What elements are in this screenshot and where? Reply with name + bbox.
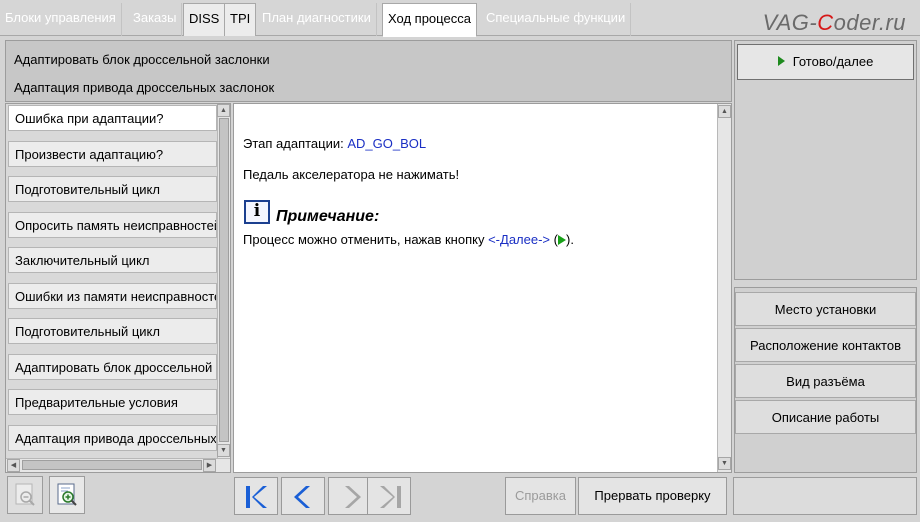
- help-button[interactable]: Справка: [505, 477, 576, 515]
- toolbar-spacer: [733, 477, 917, 515]
- next-step-button[interactable]: [328, 477, 372, 515]
- content-vscrollbar[interactable]: ▲ ▼: [717, 104, 731, 472]
- note-body: Процесс можно отменить, нажав кнопку: [243, 232, 485, 247]
- scroll-left-icon[interactable]: ◀: [7, 459, 20, 472]
- chevron-left-icon: [294, 486, 310, 508]
- step-list-vscrollbar[interactable]: ▲ ▼: [217, 104, 230, 458]
- procedure-title: Адаптировать блок дроссельной заслонки: [14, 52, 270, 67]
- skip-to-end-icon: [380, 486, 401, 508]
- scroll-down-icon[interactable]: ▼: [718, 457, 731, 470]
- note-text: Процесс можно отменить, нажав кнопку <-Д…: [243, 232, 574, 247]
- logo-prefix: VAG-: [762, 10, 818, 35]
- previous-step-button[interactable]: [281, 477, 325, 515]
- tab-special-functions[interactable]: Специальные функции: [481, 3, 632, 36]
- logo-suffix: oder.ru: [833, 10, 906, 35]
- tab-diagnostic-plan[interactable]: План диагностики: [257, 3, 377, 36]
- right-panel-top: Готово/далее: [734, 40, 917, 280]
- installation-location-button[interactable]: Место установки: [735, 292, 916, 326]
- tab-orders[interactable]: Заказы: [128, 3, 183, 36]
- tab-process[interactable]: Ход процесса: [382, 3, 477, 37]
- scroll-thumb[interactable]: [219, 118, 229, 442]
- function-description-button[interactable]: Описание работы: [735, 400, 916, 434]
- scroll-up-icon[interactable]: ▲: [217, 104, 230, 117]
- scroll-right-icon[interactable]: ▶: [203, 459, 216, 472]
- zoom-out-icon: [15, 483, 35, 506]
- tab-control-units[interactable]: Блоки управления: [0, 3, 122, 36]
- step-item[interactable]: Подготовительный цикл: [8, 318, 220, 344]
- scroll-down-icon[interactable]: ▼: [217, 444, 230, 457]
- tab-diss[interactable]: DISS: [183, 3, 226, 36]
- stage-value: AD_GO_BOL: [347, 136, 427, 151]
- step-item[interactable]: Опросить память неисправностей: [8, 212, 220, 238]
- step-item[interactable]: Заключительный цикл: [8, 247, 220, 273]
- note-paren-close: ).: [565, 232, 574, 247]
- hscroll-thumb[interactable]: [22, 460, 202, 470]
- note-title: Примечание:: [276, 208, 380, 225]
- chevron-right-icon: [345, 486, 361, 508]
- zoom-in-icon: [57, 483, 77, 506]
- first-step-button[interactable]: [234, 477, 278, 515]
- step-item[interactable]: Предварительные условия: [8, 389, 220, 415]
- bottom-toolbar: Справка Прервать проверку: [0, 473, 920, 522]
- step-item[interactable]: Адаптация привода дроссельных заслонок: [8, 425, 220, 451]
- step-item[interactable]: Ошибка при адаптации?: [8, 105, 220, 131]
- step-item[interactable]: Адаптировать блок дроссельной заслонки: [8, 354, 220, 380]
- content-pane: Этап адаптации: AD_GO_BOL Педаль акселер…: [233, 103, 732, 473]
- pin-layout-button[interactable]: Расположение контактов: [735, 328, 916, 362]
- skip-to-start-icon: [246, 486, 267, 508]
- step-item[interactable]: Ошибки из памяти неисправностей: [8, 283, 220, 309]
- scroll-up-icon[interactable]: ▲: [718, 105, 731, 118]
- step-list: Ошибка при адаптации? Произвести адаптац…: [5, 103, 231, 473]
- play-icon: [777, 56, 785, 66]
- play-icon: [557, 235, 566, 245]
- step-list-hscrollbar[interactable]: ◀ ▶: [6, 458, 230, 472]
- step-item[interactable]: Произвести адаптацию?: [8, 141, 220, 167]
- ready-next-label: Готово/далее: [792, 54, 874, 69]
- connector-view-button[interactable]: Вид разъёма: [735, 364, 916, 398]
- procedure-subtitle: Адаптация привода дроссельных заслонок: [14, 80, 275, 95]
- zoom-out-button[interactable]: [7, 476, 43, 514]
- abort-test-button[interactable]: Прервать проверку: [578, 477, 727, 515]
- stage-label: Этап адаптации:: [243, 136, 344, 151]
- ready-next-button[interactable]: Готово/далее: [737, 44, 914, 80]
- step-item[interactable]: Подготовительный цикл: [8, 176, 220, 202]
- info-icon: i: [244, 200, 270, 224]
- procedure-header: Адаптировать блок дроссельной заслонки А…: [5, 40, 732, 102]
- tab-bar: Блоки управления Заказы DISS TPI План ди…: [0, 0, 920, 37]
- instruction-text: Педаль акселератора не нажимать!: [243, 167, 460, 182]
- tab-tpi[interactable]: TPI: [224, 3, 257, 36]
- adaptation-stage: Этап адаптации: AD_GO_BOL: [243, 136, 426, 151]
- logo-c: C: [817, 10, 834, 35]
- last-step-button[interactable]: [367, 477, 411, 515]
- logo: VAG-Coder.ru: [763, 10, 906, 36]
- right-panel-bottom: Место установки Расположение контактов В…: [734, 287, 917, 473]
- zoom-in-button[interactable]: [49, 476, 85, 514]
- next-link[interactable]: <-Далее->: [488, 232, 550, 247]
